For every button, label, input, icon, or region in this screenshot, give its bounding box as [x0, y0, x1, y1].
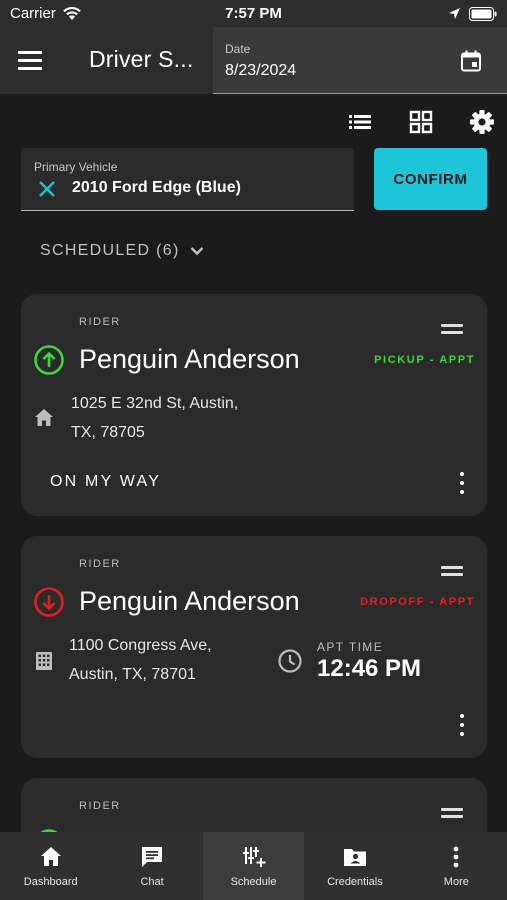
- more-options-icon[interactable]: [457, 714, 467, 736]
- location-arrow-icon: [449, 8, 460, 19]
- app-bar: Driver S... Date 8/23/2024: [0, 27, 507, 94]
- dropoff-address: 1100 Congress Ave, Austin, TX, 78701: [69, 631, 212, 689]
- chat-icon: [142, 847, 163, 867]
- wifi-icon: [63, 6, 81, 20]
- nav-more[interactable]: More: [406, 832, 507, 900]
- more-options-icon[interactable]: [457, 472, 467, 494]
- rider-name: Penguin Anderson: [79, 344, 300, 374]
- building-icon: [36, 652, 52, 670]
- appt-time-value: 12:46 PM: [317, 655, 422, 682]
- date-label: Date: [225, 42, 251, 56]
- hamburger-menu-icon[interactable]: [18, 45, 52, 75]
- trip-type-badge: DROPOFF - APPT: [360, 596, 475, 608]
- rider-name: Penguin Anderson: [79, 586, 300, 616]
- nav-chat[interactable]: Chat: [101, 832, 202, 900]
- scheduled-toggle[interactable]: SCHEDULED (6): [40, 242, 206, 260]
- status-bar: Carrier 7:57 PM: [0, 0, 507, 27]
- credentials-icon: [343, 849, 366, 866]
- carrier-label: Carrier: [10, 5, 56, 22]
- rider-label: RIDER: [79, 800, 121, 812]
- address-line-1: 1025 E 32nd St, Austin,: [71, 395, 239, 412]
- chevron-down-icon: [190, 247, 203, 256]
- date-field[interactable]: Date 8/23/2024: [213, 27, 507, 94]
- confirm-button[interactable]: CONFIRM: [374, 148, 487, 210]
- grid-view-icon[interactable]: [407, 108, 435, 136]
- nav-label: Credentials: [327, 876, 383, 888]
- nav-label: Schedule: [230, 876, 277, 888]
- clock-icon: [278, 649, 302, 673]
- pickup-address: 1025 E 32nd St, Austin, TX, 78705: [71, 389, 238, 447]
- drag-handle-icon[interactable]: [441, 566, 463, 576]
- nav-label: Chat: [140, 876, 164, 888]
- battery-icon: [469, 6, 497, 21]
- appt-time-label: APT TIME: [317, 640, 384, 654]
- address-line-2: Austin, TX, 78701: [69, 666, 196, 683]
- drag-handle-icon[interactable]: [441, 808, 463, 818]
- date-value: 8/23/2024: [225, 62, 297, 79]
- trip-type-badge: PICKUP - APPT: [374, 354, 475, 366]
- nav-label: Dashboard: [23, 876, 78, 888]
- nav-credentials[interactable]: Credentials: [304, 832, 405, 900]
- dropoff-arrow-down-icon: [34, 587, 64, 617]
- drag-handle-icon[interactable]: [441, 324, 463, 334]
- home-icon: [40, 847, 61, 866]
- pickup-arrow-up-icon: [34, 345, 64, 375]
- address-line-1: 1100 Congress Ave,: [69, 637, 212, 654]
- list-view-icon[interactable]: [346, 108, 374, 136]
- more-vertical-icon: [453, 846, 459, 868]
- address-line-2: TX, 78705: [71, 424, 145, 441]
- rider-label: RIDER: [79, 316, 121, 328]
- trip-card[interactable]: RIDER Penguin Anderson DROPOFF - APPT 11…: [21, 536, 487, 758]
- clear-icon[interactable]: [37, 179, 57, 199]
- trip-card[interactable]: RIDER Penguin Anderson PICKUP - APPT 102…: [21, 294, 487, 516]
- status-time: 7:57 PM: [225, 5, 282, 22]
- on-my-way-button[interactable]: ON MY WAY: [50, 473, 161, 491]
- home-icon: [35, 409, 53, 426]
- vehicle-label: Primary Vehicle: [34, 160, 118, 174]
- nav-label: More: [443, 876, 469, 888]
- vehicle-value: 2010 Ford Edge (Blue): [72, 179, 241, 196]
- settings-gear-icon[interactable]: [468, 108, 496, 136]
- nav-dashboard[interactable]: Dashboard: [0, 832, 101, 900]
- calendar-icon[interactable]: [459, 49, 483, 73]
- schedule-icon: [242, 847, 266, 867]
- nav-schedule[interactable]: Schedule: [202, 832, 305, 900]
- scheduled-label: SCHEDULED (6): [40, 242, 180, 259]
- rider-label: RIDER: [79, 558, 121, 570]
- page-title: Driver S...: [89, 46, 194, 72]
- primary-vehicle-field[interactable]: Primary Vehicle 2010 Ford Edge (Blue): [21, 148, 354, 211]
- bottom-navigation: Dashboard Chat Schedule Credentials More: [0, 832, 507, 900]
